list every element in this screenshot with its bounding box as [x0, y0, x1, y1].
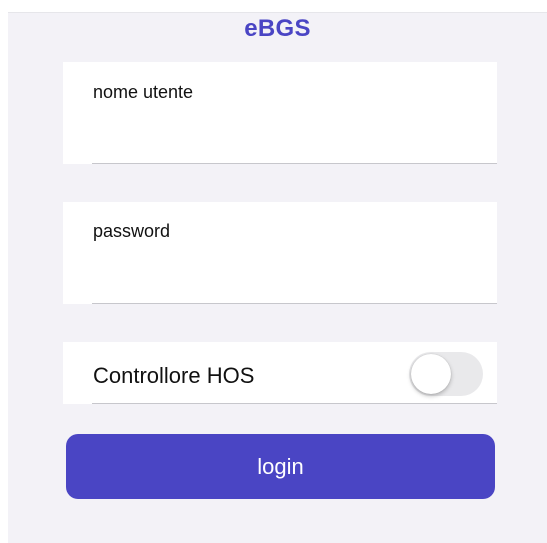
username-underline — [92, 163, 497, 164]
login-screen: eBGS nome utente password Controllore HO… — [8, 12, 547, 543]
password-input[interactable] — [92, 270, 489, 298]
password-underline — [92, 303, 497, 304]
username-field[interactable]: nome utente — [63, 62, 497, 164]
password-label: password — [93, 221, 171, 241]
hos-controller-label: Controllore HOS — [93, 363, 255, 388]
username-label: nome utente — [93, 82, 194, 102]
toggle-knob — [411, 354, 451, 394]
app-title: eBGS — [244, 15, 311, 42]
login-button[interactable]: login — [66, 434, 495, 499]
hos-underline — [92, 403, 497, 404]
hos-controller-row: Controllore HOS — [63, 342, 497, 404]
password-field[interactable]: password — [63, 202, 497, 304]
hos-controller-toggle[interactable] — [409, 352, 483, 396]
username-input[interactable] — [92, 130, 489, 158]
